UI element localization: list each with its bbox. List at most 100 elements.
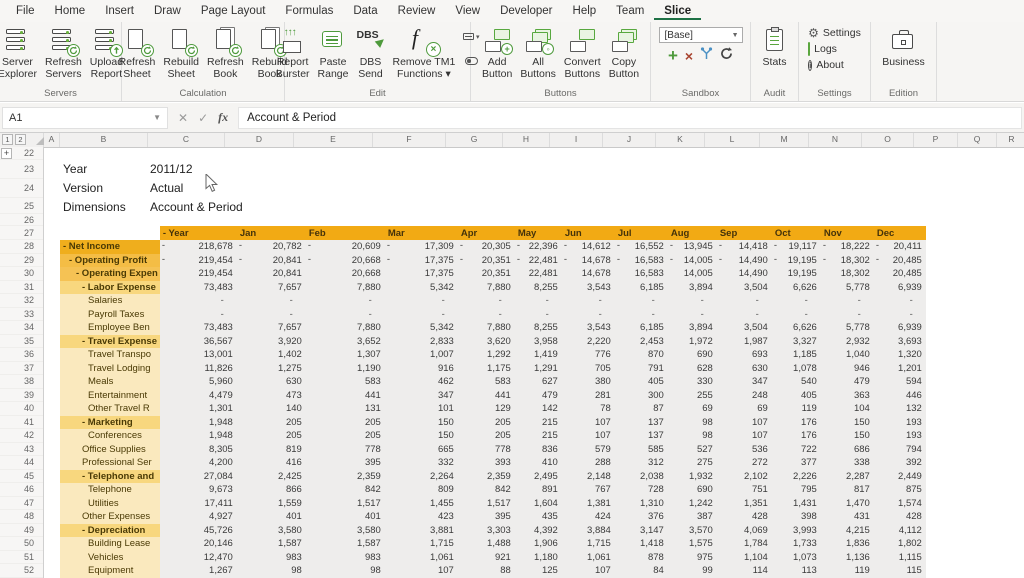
ribbon-button-add-button[interactable]: +AddButton (479, 25, 515, 82)
cell-N41[interactable]: 150 (821, 416, 874, 430)
tab-draw[interactable]: Draw (144, 2, 191, 21)
column-header-O[interactable]: O (862, 133, 914, 147)
cell-F40[interactable]: 101 (385, 402, 458, 416)
cell-C47[interactable]: 17,411 (160, 497, 237, 511)
row-label-35[interactable]: - Travel Expense (60, 335, 160, 349)
cell-N33[interactable]: - (821, 308, 874, 322)
cell-E43[interactable]: 778 (306, 443, 385, 457)
cell-L49[interactable]: 4,069 (717, 524, 772, 538)
cell-H51[interactable]: 1,180 (515, 551, 562, 565)
column-header-P[interactable]: P (914, 133, 958, 147)
tab-data[interactable]: Data (343, 2, 387, 21)
row-header-34[interactable]: 34 (0, 321, 43, 335)
cell-G45[interactable]: 2,359 (458, 470, 515, 484)
cell-F38[interactable]: 462 (385, 375, 458, 389)
row-header-26[interactable]: 26 (0, 214, 43, 226)
cell-D33[interactable]: - (237, 308, 306, 322)
cell-C29[interactable]: 219,454- (160, 254, 237, 268)
cell-E37[interactable]: 1,190 (306, 362, 385, 376)
grid-header-year[interactable]: - Year (160, 226, 237, 240)
cell-C44[interactable]: 4,200 (160, 456, 237, 470)
tab-insert[interactable]: Insert (95, 2, 144, 21)
cell-K45[interactable]: 1,932 (668, 470, 717, 484)
cell-O43[interactable]: 794 (874, 443, 926, 457)
cell-E35[interactable]: 3,652 (306, 335, 385, 349)
cell-K34[interactable]: 3,894 (668, 321, 717, 335)
tab-review[interactable]: Review (388, 2, 446, 21)
outline-level-button-1[interactable]: 1 (2, 134, 13, 145)
cell-O28[interactable]: 20,411- (874, 240, 926, 254)
cell-C31[interactable]: 73,483 (160, 281, 237, 295)
cell-C52[interactable]: 1,267 (160, 564, 237, 578)
cell-H32[interactable]: - (515, 294, 562, 308)
cell-I36[interactable]: 776 (562, 348, 615, 362)
cell-L44[interactable]: 272 (717, 456, 772, 470)
cell-L39[interactable]: 248 (717, 389, 772, 403)
cell-D51[interactable]: 983 (237, 551, 306, 565)
ribbon-button-logs[interactable]: Logs (804, 41, 841, 56)
column-header-G[interactable]: G (446, 133, 503, 147)
ribbon-button-server-explorer[interactable]: ServerExplorer (0, 25, 40, 82)
cell-E36[interactable]: 1,307 (306, 348, 385, 362)
cell-K44[interactable]: 275 (668, 456, 717, 470)
row-label-49[interactable]: - Depreciation (60, 524, 160, 538)
row-header-35[interactable]: 35 (0, 335, 43, 349)
cell-H52[interactable]: 125 (515, 564, 562, 578)
cell-L34[interactable]: 3,504 (717, 321, 772, 335)
cell-M46[interactable]: 795 (772, 483, 821, 497)
cell-I45[interactable]: 2,148 (562, 470, 615, 484)
row-header-25[interactable]: 25 (0, 198, 43, 214)
cell-M51[interactable]: 1,073 (772, 551, 821, 565)
cell-L36[interactable]: 693 (717, 348, 772, 362)
cell-M29[interactable]: 19,195- (772, 254, 821, 268)
cell-K35[interactable]: 1,972 (668, 335, 717, 349)
row-label-34[interactable]: Employee Ben (60, 321, 160, 335)
grid-header-may[interactable]: May (515, 226, 562, 240)
ribbon-button-paste-range[interactable]: PasteRange (315, 25, 352, 82)
cell-L45[interactable]: 2,102 (717, 470, 772, 484)
cell-K29[interactable]: 14,005- (668, 254, 717, 268)
cell-G38[interactable]: 583 (458, 375, 515, 389)
cell-M31[interactable]: 6,626 (772, 281, 821, 295)
cell-K48[interactable]: 387 (668, 510, 717, 524)
cell-F47[interactable]: 1,455 (385, 497, 458, 511)
cell-D50[interactable]: 1,587 (237, 537, 306, 551)
ribbon-button-copy-button[interactable]: CopyButton (606, 25, 642, 82)
cell-E51[interactable]: 983 (306, 551, 385, 565)
cell-N39[interactable]: 363 (821, 389, 874, 403)
cell-M52[interactable]: 113 (772, 564, 821, 578)
cell-E52[interactable]: 98 (306, 564, 385, 578)
cell-M36[interactable]: 1,185 (772, 348, 821, 362)
cell-O44[interactable]: 392 (874, 456, 926, 470)
cell-I40[interactable]: 78 (562, 402, 615, 416)
column-header-D[interactable]: D (225, 133, 294, 147)
ribbon-button-rebuild-sheet[interactable]: RebuildSheet (160, 25, 202, 82)
cell-I31[interactable]: 3,543 (562, 281, 615, 295)
cell-N31[interactable]: 5,778 (821, 281, 874, 295)
cell-K38[interactable]: 330 (668, 375, 717, 389)
cell-D52[interactable]: 98 (237, 564, 306, 578)
info-value-year[interactable]: 2011/12 (150, 162, 193, 176)
cell-C43[interactable]: 8,305 (160, 443, 237, 457)
cell-M43[interactable]: 722 (772, 443, 821, 457)
column-header-J[interactable]: J (603, 133, 656, 147)
cell-I46[interactable]: 767 (562, 483, 615, 497)
cell-N47[interactable]: 1,470 (821, 497, 874, 511)
cell-H33[interactable]: - (515, 308, 562, 322)
cell-I43[interactable]: 579 (562, 443, 615, 457)
grid-header-mar[interactable]: Mar (385, 226, 458, 240)
cell-H30[interactable]: 22,481 (515, 267, 562, 281)
cell-E34[interactable]: 7,880 (306, 321, 385, 335)
cell-G52[interactable]: 88 (458, 564, 515, 578)
cell-C30[interactable]: 219,454 (160, 267, 237, 281)
tab-home[interactable]: Home (45, 2, 96, 21)
cell-N40[interactable]: 104 (821, 402, 874, 416)
cell-F39[interactable]: 347 (385, 389, 458, 403)
cell-J34[interactable]: 6,185 (615, 321, 668, 335)
cell-G34[interactable]: 7,880 (458, 321, 515, 335)
row-header-27[interactable]: 27 (0, 226, 43, 240)
cell-N50[interactable]: 1,836 (821, 537, 874, 551)
ribbon-button-stats[interactable]: Stats (758, 25, 792, 71)
cell-D28[interactable]: 20,782- (237, 240, 306, 254)
row-header-47[interactable]: 47 (0, 497, 43, 511)
